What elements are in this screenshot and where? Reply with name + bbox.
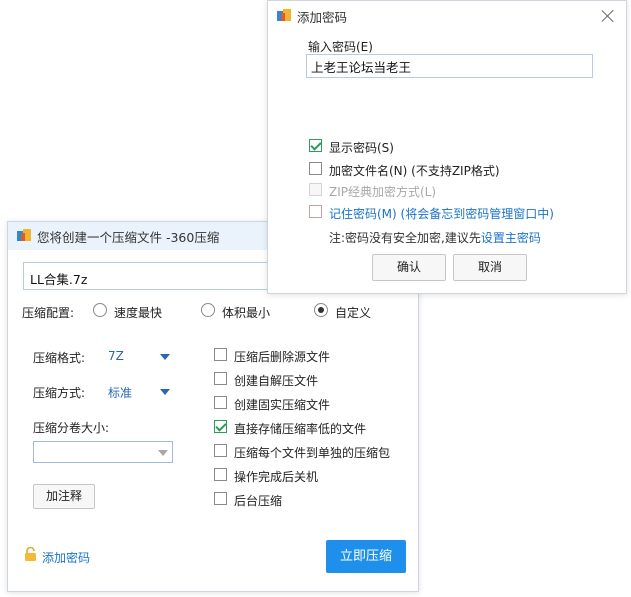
config-option-custom[interactable]: 自定义 <box>335 304 371 321</box>
remember-password-checkbox[interactable] <box>309 205 322 218</box>
config-radio-fastest[interactable] <box>93 303 107 317</box>
method-dropdown-chevron-icon[interactable] <box>160 389 170 395</box>
split-size-label: 压缩分卷大小: <box>33 421 110 435</box>
compress-dialog-title: 您将创建一个压缩文件 -360压缩 <box>37 229 220 245</box>
password-dialog: 添加密码 输入密码(E) 上老王论坛当老王 显示密码(S) 加密文件名(N) (… <box>267 0 627 294</box>
option-separate-archives[interactable]: 压缩每个文件到单独的压缩包 <box>234 444 390 461</box>
option-checkbox-store-low-ratio[interactable] <box>214 420 227 433</box>
security-note-text: 注:密码没有安全加密,建议先 <box>329 231 481 245</box>
config-option-smallest[interactable]: 体积最小 <box>222 304 270 321</box>
encrypt-filenames-label[interactable]: 加密文件名(N) (不支持ZIP格式) <box>329 162 500 179</box>
close-icon[interactable] <box>600 8 616 24</box>
360zip-app-icon <box>277 9 291 23</box>
zip-classic-checkbox <box>309 183 322 196</box>
password-value: 上老王论坛当老王 <box>311 60 412 75</box>
split-size-combo[interactable] <box>33 441 173 463</box>
split-size-chevron-icon[interactable] <box>158 450 168 456</box>
set-master-password-link[interactable]: 设置主密码 <box>481 231 541 245</box>
compress-now-button[interactable]: 立即压缩 <box>326 540 406 573</box>
show-password-checkbox[interactable] <box>309 139 322 152</box>
option-checkbox-solid[interactable] <box>214 396 227 409</box>
filename-value: LL合集.7z <box>30 272 88 287</box>
method-select-value[interactable]: 标准 <box>108 384 132 401</box>
format-select-value[interactable]: 7Z <box>108 349 124 363</box>
config-radio-smallest[interactable] <box>201 303 215 317</box>
option-delete-source[interactable]: 压缩后删除源文件 <box>234 348 330 365</box>
encrypt-filenames-checkbox[interactable] <box>309 162 322 175</box>
option-checkbox-background[interactable] <box>214 492 227 505</box>
method-label: 压缩方式: <box>33 386 86 400</box>
option-checkbox-separate-archives[interactable] <box>214 444 227 457</box>
lock-icon[interactable] <box>24 546 37 561</box>
format-dropdown-chevron-icon[interactable] <box>160 354 170 360</box>
security-note: 注:密码没有安全加密,建议先设置主密码 <box>329 229 541 246</box>
option-store-low-ratio[interactable]: 直接存储压缩率低的文件 <box>234 420 366 437</box>
password-dialog-title: 添加密码 <box>297 9 348 25</box>
option-checkbox-shutdown[interactable] <box>214 468 227 481</box>
add-comment-button[interactable]: 加注释 <box>33 484 95 509</box>
cancel-button[interactable]: 取消 <box>453 254 527 281</box>
option-self-extract[interactable]: 创建自解压文件 <box>234 372 318 389</box>
option-background[interactable]: 后台压缩 <box>234 492 282 509</box>
config-option-fastest[interactable]: 速度最快 <box>114 304 162 321</box>
format-label: 压缩格式: <box>33 351 86 365</box>
password-input-label: 输入密码(E) <box>308 40 373 54</box>
zip-classic-label: ZIP经典加密方式(L) <box>329 185 437 199</box>
option-checkbox-delete-source[interactable] <box>214 348 227 361</box>
config-radio-custom[interactable] <box>314 303 328 317</box>
password-titlebar: 添加密码 <box>268 1 626 31</box>
option-shutdown[interactable]: 操作完成后关机 <box>234 468 318 485</box>
add-password-link[interactable]: 添加密码 <box>42 549 90 566</box>
remember-password-label[interactable]: 记住密码(M) (将会备忘到密码管理窗口中) <box>329 205 554 222</box>
confirm-button[interactable]: 确认 <box>372 254 446 281</box>
option-solid[interactable]: 创建固实压缩文件 <box>234 396 330 413</box>
show-password-label[interactable]: 显示密码(S) <box>329 139 394 156</box>
option-checkbox-self-extract[interactable] <box>214 372 227 385</box>
360zip-app-icon <box>17 229 31 243</box>
password-input[interactable]: 上老王论坛当老王 <box>306 54 593 78</box>
config-label: 压缩配置: <box>22 306 75 320</box>
